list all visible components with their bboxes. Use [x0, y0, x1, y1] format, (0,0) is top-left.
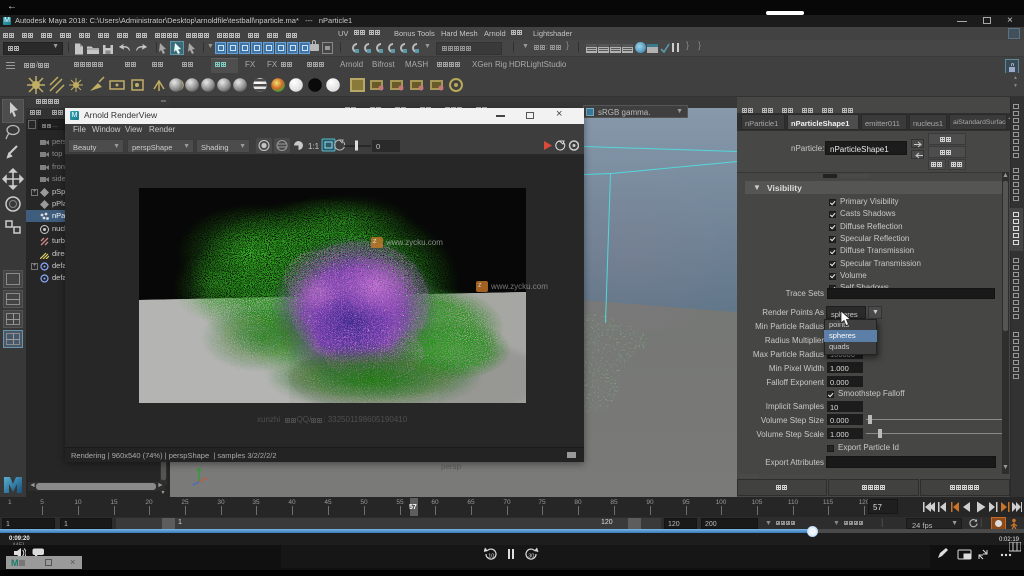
svg-text:30: 30: [528, 554, 534, 560]
svg-text:10: 10: [488, 554, 494, 560]
svg-text:1:1: 1:1: [308, 142, 320, 151]
